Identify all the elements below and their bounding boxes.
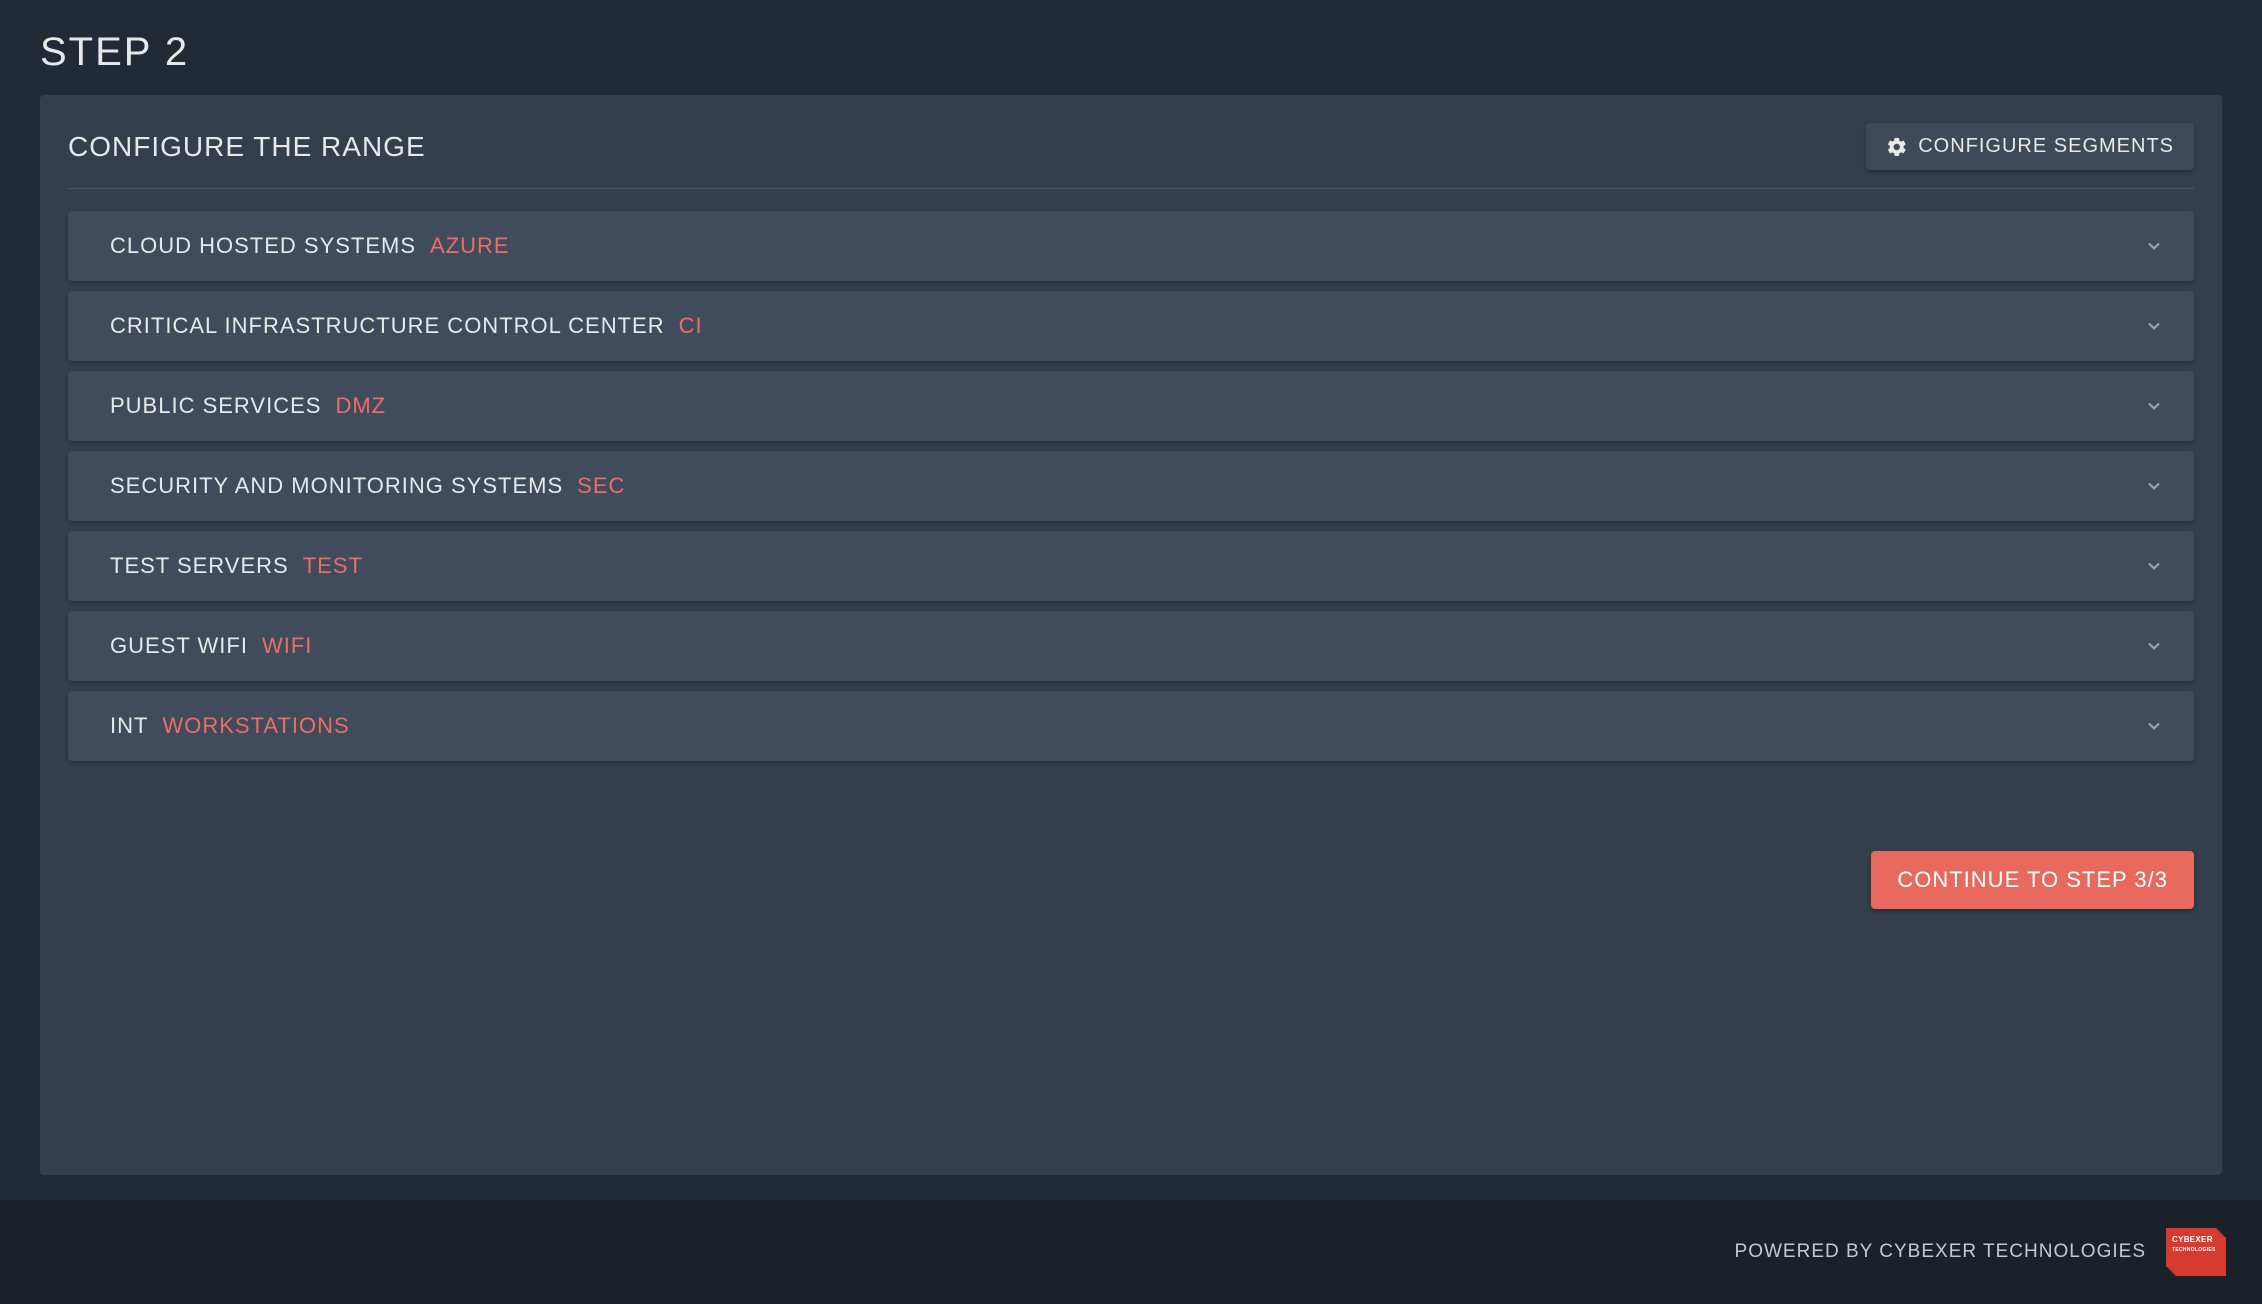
segment-row[interactable]: SECURITY AND MONITORING SYSTEMS SEC [68,451,2194,521]
segment-text: INT WORKSTATIONS [110,713,350,739]
step-title: STEP 2 [40,30,2222,75]
cybexer-logo: CYBEXER TECHNOLOGIES [2166,1228,2226,1276]
segment-tag: TEST [303,553,363,579]
logo-line1: CYBEXER [2172,1235,2213,1244]
chevron-down-icon [2144,476,2164,496]
segment-tag: SEC [577,473,625,499]
gear-icon [1886,136,1908,158]
segment-label: CRITICAL INFRASTRUCTURE CONTROL CENTER [110,313,665,339]
step-header: STEP 2 [0,0,2262,95]
segment-tag: CI [679,313,703,339]
panel-header: CONFIGURE THE RANGE CONFIGURE SEGMENTS [68,123,2194,189]
segment-row[interactable]: GUEST WIFI WIFI [68,611,2194,681]
segment-label: SECURITY AND MONITORING SYSTEMS [110,473,563,499]
panel-title: CONFIGURE THE RANGE [68,131,426,163]
logo-text: CYBEXER TECHNOLOGIES [2172,1236,2216,1254]
chevron-down-icon [2144,636,2164,656]
footer-text: POWERED BY CYBEXER TECHNOLOGIES [1735,1241,2146,1263]
chevron-down-icon [2144,716,2164,736]
segment-label: INT [110,713,148,739]
segment-row[interactable]: PUBLIC SERVICES DMZ [68,371,2194,441]
segment-text: TEST SERVERS TEST [110,553,363,579]
configure-segments-label: CONFIGURE SEGMENTS [1918,135,2174,158]
segment-list: CLOUD HOSTED SYSTEMS AZURE CRITICAL INFR… [68,211,2194,761]
page-footer: POWERED BY CYBEXER TECHNOLOGIES CYBEXER … [0,1200,2262,1304]
segment-text: CRITICAL INFRASTRUCTURE CONTROL CENTER C… [110,313,703,339]
segment-tag: WIFI [262,633,312,659]
configure-panel: CONFIGURE THE RANGE CONFIGURE SEGMENTS C… [40,95,2222,1175]
panel-footer: CONTINUE TO STEP 3/3 [68,851,2194,909]
segment-tag: DMZ [335,393,386,419]
segment-text: SECURITY AND MONITORING SYSTEMS SEC [110,473,625,499]
segment-label: PUBLIC SERVICES [110,393,321,419]
segment-tag: AZURE [430,233,510,259]
segment-label: TEST SERVERS [110,553,289,579]
logo-line2: TECHNOLOGIES [2172,1247,2216,1253]
segment-row[interactable]: CLOUD HOSTED SYSTEMS AZURE [68,211,2194,281]
chevron-down-icon [2144,236,2164,256]
segment-label: CLOUD HOSTED SYSTEMS [110,233,416,259]
continue-button[interactable]: CONTINUE TO STEP 3/3 [1871,851,2194,909]
segment-text: GUEST WIFI WIFI [110,633,312,659]
segment-text: PUBLIC SERVICES DMZ [110,393,386,419]
segment-text: CLOUD HOSTED SYSTEMS AZURE [110,233,510,259]
segment-tag: WORKSTATIONS [162,713,349,739]
segment-row[interactable]: CRITICAL INFRASTRUCTURE CONTROL CENTER C… [68,291,2194,361]
chevron-down-icon [2144,316,2164,336]
chevron-down-icon [2144,556,2164,576]
configure-segments-button[interactable]: CONFIGURE SEGMENTS [1866,123,2194,170]
segment-row[interactable]: INT WORKSTATIONS [68,691,2194,761]
chevron-down-icon [2144,396,2164,416]
segment-row[interactable]: TEST SERVERS TEST [68,531,2194,601]
segment-label: GUEST WIFI [110,633,248,659]
